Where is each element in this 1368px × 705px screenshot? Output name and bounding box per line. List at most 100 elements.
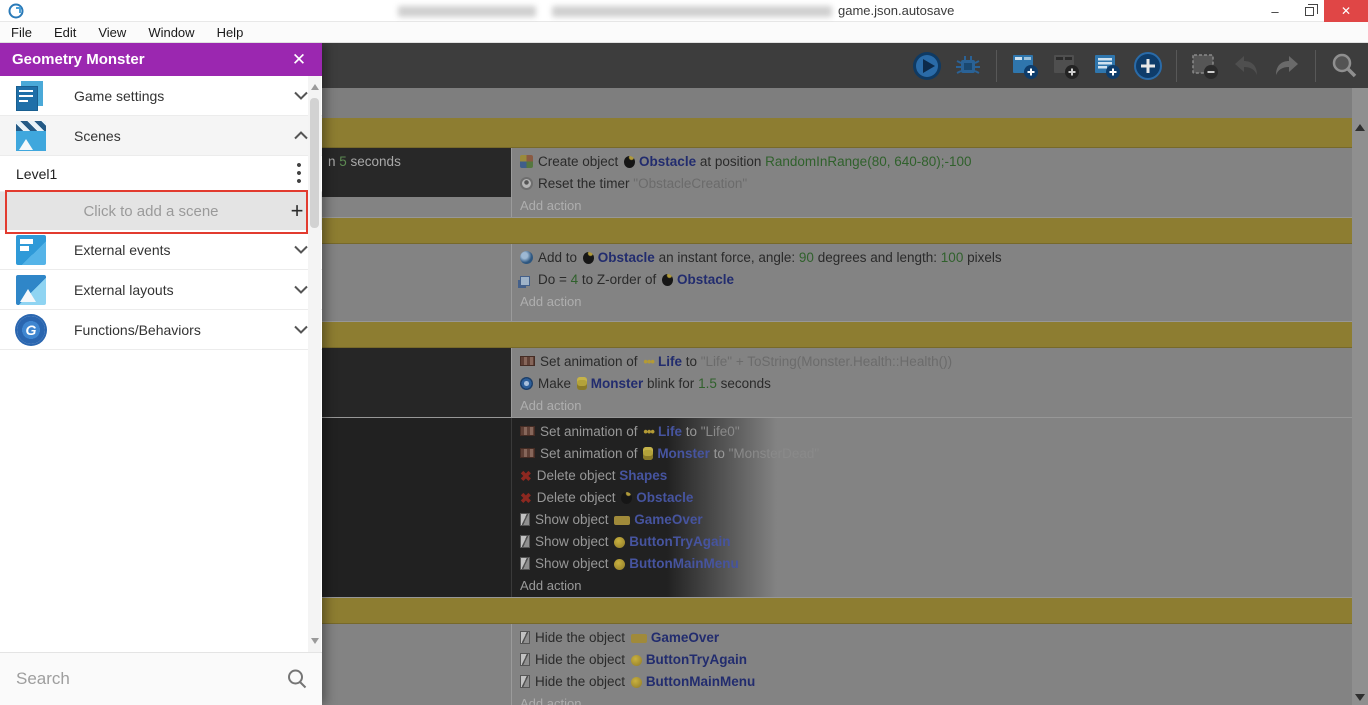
action-line[interactable]: Make Monster blink for 1.5 seconds bbox=[512, 373, 1352, 395]
event-row[interactable]: Set animation of ••• Life to "Life" + ToS… bbox=[322, 348, 1352, 418]
action-line[interactable]: Hide the object GameOver bbox=[512, 627, 1352, 649]
menu-window[interactable]: Window bbox=[137, 22, 205, 43]
scene-item-level1[interactable]: Level1 • • • bbox=[0, 156, 322, 192]
event-row[interactable]: Set animation of ••• Life to "Life0" Set a… bbox=[322, 418, 1352, 598]
add-comment-button[interactable] bbox=[1091, 50, 1123, 82]
visib-action-icon bbox=[520, 653, 530, 666]
visib-action-icon bbox=[520, 557, 530, 570]
scroll-up-icon[interactable] bbox=[311, 84, 319, 90]
add-action-link[interactable]: Add action bbox=[512, 693, 1352, 705]
sidebar-item-functions-behaviors[interactable]: G Functions/Behaviors bbox=[0, 310, 322, 350]
action-text: degrees and length: bbox=[813, 250, 941, 265]
condition-line: n 5 seconds bbox=[328, 151, 511, 173]
close-window-button[interactable]: ✕ bbox=[1324, 0, 1368, 22]
sidebar-item-label: External layouts bbox=[74, 281, 174, 298]
blurred-text-placeholder bbox=[398, 6, 536, 17]
action-text: Hide the object bbox=[535, 652, 629, 667]
action-line[interactable]: Set animation of ••• Life to "Life0" bbox=[512, 421, 1352, 443]
action-line[interactable]: Hide the object ButtonTryAgain bbox=[512, 649, 1352, 671]
redacted-condition: n 5 seconds bbox=[322, 148, 511, 197]
restore-button[interactable] bbox=[1292, 0, 1326, 22]
redacted-condition bbox=[322, 348, 511, 417]
action-text: Hide the object bbox=[535, 630, 629, 645]
kebab-menu-icon[interactable]: • • • bbox=[290, 158, 308, 189]
comment-event[interactable] bbox=[322, 598, 1352, 624]
action-text: to bbox=[681, 354, 701, 369]
conditions-column[interactable] bbox=[322, 418, 512, 597]
action-line[interactable]: Do = 4 to Z-order of Obstacle bbox=[512, 269, 1352, 291]
menu-edit[interactable]: Edit bbox=[43, 22, 87, 43]
drawer-scrollbar[interactable] bbox=[308, 76, 321, 652]
action-line[interactable]: ✖ Delete object Obstacle bbox=[512, 487, 1352, 509]
anim-action-icon bbox=[520, 448, 535, 458]
action-line[interactable]: ✖ Delete object Shapes bbox=[512, 465, 1352, 487]
undo-button[interactable] bbox=[1230, 50, 1262, 82]
string-value: "Life0" bbox=[700, 424, 740, 439]
menu-view[interactable]: View bbox=[87, 22, 137, 43]
search-input[interactable] bbox=[16, 669, 286, 689]
external-layouts-icon bbox=[16, 274, 46, 305]
visib-action-icon bbox=[520, 513, 530, 526]
sidebar-item-scenes[interactable]: Scenes bbox=[0, 116, 322, 156]
life-object-icon: ••• bbox=[643, 424, 655, 439]
redo-button[interactable] bbox=[1271, 50, 1303, 82]
add-event-other-button[interactable] bbox=[1132, 50, 1164, 82]
action-line[interactable]: Set animation of Monster to "MonsterDead… bbox=[512, 443, 1352, 465]
close-drawer-button[interactable]: ✕ bbox=[288, 49, 310, 71]
plus-icon[interactable]: + bbox=[286, 198, 308, 224]
scrollbar-thumb[interactable] bbox=[310, 98, 319, 228]
zorder-action-icon bbox=[520, 276, 530, 286]
event-row[interactable]: Add to Obstacle an instant force, angle:… bbox=[322, 244, 1352, 322]
add-action-link[interactable]: Add action bbox=[512, 291, 1352, 313]
delete-event-button[interactable] bbox=[1189, 50, 1221, 82]
action-line[interactable]: Show object GameOver bbox=[512, 509, 1352, 531]
conditions-column[interactable] bbox=[322, 348, 512, 417]
comment-event[interactable] bbox=[322, 218, 1352, 244]
sidebar-item-game-settings[interactable]: Game settings bbox=[0, 76, 322, 116]
parameter-value: 1.5 bbox=[698, 376, 717, 391]
add-action-link[interactable]: Add action bbox=[512, 395, 1352, 417]
action-text: Set animation of bbox=[540, 424, 642, 439]
add-action-link[interactable]: Add action bbox=[512, 195, 1352, 217]
scroll-up-icon[interactable] bbox=[1355, 124, 1365, 131]
toolbar-separator bbox=[1315, 49, 1316, 82]
menu-help[interactable]: Help bbox=[206, 22, 255, 43]
actions-column: Add to Obstacle an instant force, angle:… bbox=[512, 244, 1352, 321]
action-line[interactable]: Create object Obstacle at position Rando… bbox=[512, 151, 1352, 173]
comment-event[interactable] bbox=[322, 322, 1352, 348]
project-title: Geometry Monster bbox=[12, 51, 145, 68]
sidebar-item-external-events[interactable]: External events bbox=[0, 230, 322, 270]
debug-button[interactable] bbox=[952, 50, 984, 82]
event-row[interactable]: n 5 seconds Create object Obstacle at pos… bbox=[322, 148, 1352, 218]
parameter-value: 100 bbox=[940, 250, 964, 265]
scroll-down-icon[interactable] bbox=[311, 638, 319, 644]
comment-event[interactable] bbox=[322, 118, 1352, 148]
search-events-button[interactable] bbox=[1328, 50, 1360, 82]
search-icon[interactable] bbox=[286, 668, 308, 690]
conditions-column[interactable] bbox=[322, 244, 512, 321]
conditions-column[interactable]: n 5 seconds bbox=[322, 148, 512, 217]
action-text: Make bbox=[538, 376, 575, 391]
event-row[interactable]: Hide the object GameOver Hide the object … bbox=[322, 624, 1352, 705]
add-event-button[interactable] bbox=[1009, 50, 1041, 82]
minimize-button[interactable]: – bbox=[1258, 0, 1292, 22]
title-bar: game.json.autosave – ✕ bbox=[0, 0, 1368, 22]
scroll-down-icon[interactable] bbox=[1355, 694, 1365, 701]
add-action-link[interactable]: Add action bbox=[512, 575, 1352, 597]
action-line[interactable]: Add to Obstacle an instant force, angle:… bbox=[512, 247, 1352, 269]
add-sub-event-button[interactable] bbox=[1050, 50, 1082, 82]
conditions-column[interactable] bbox=[322, 624, 512, 705]
action-text: blink for bbox=[643, 376, 699, 391]
action-line[interactable]: Show object ButtonMainMenu bbox=[512, 553, 1352, 575]
menu-file[interactable]: File bbox=[0, 22, 43, 43]
action-line[interactable]: Reset the timer "ObstacleCreation" bbox=[512, 173, 1352, 195]
add-scene-row[interactable]: Click to add a scene + bbox=[0, 192, 322, 230]
action-line[interactable]: Hide the object ButtonMainMenu bbox=[512, 671, 1352, 693]
action-line[interactable]: Show object ButtonTryAgain bbox=[512, 531, 1352, 553]
chevron-down-icon bbox=[294, 285, 308, 294]
action-text: Delete object bbox=[536, 490, 620, 505]
events-scrollbar[interactable] bbox=[1352, 88, 1368, 705]
action-line[interactable]: Set animation of ••• Life to "Life" + ToS… bbox=[512, 351, 1352, 373]
preview-play-button[interactable] bbox=[911, 50, 943, 82]
sidebar-item-external-layouts[interactable]: External layouts bbox=[0, 270, 322, 310]
